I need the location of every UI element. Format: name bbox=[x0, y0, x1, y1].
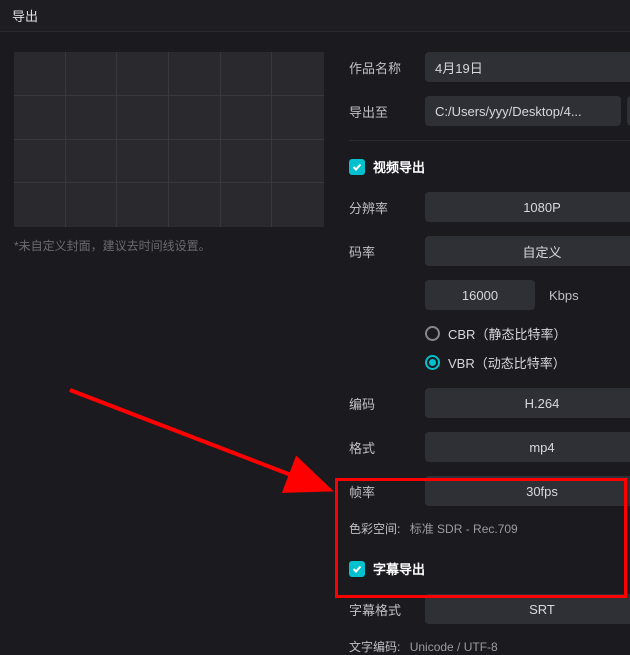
vbr-label: VBR（动态比特率） bbox=[448, 353, 566, 372]
row-bitrate: 码率 自定义 bbox=[349, 236, 630, 266]
encoding-value: H.264 bbox=[525, 396, 560, 411]
subtitle-format-select[interactable]: SRT bbox=[425, 594, 630, 624]
row-name: 作品名称 bbox=[349, 52, 630, 82]
radio-vbr[interactable] bbox=[425, 355, 440, 370]
row-resolution: 分辨率 1080P bbox=[349, 192, 630, 222]
resolution-value: 1080P bbox=[523, 200, 561, 215]
resolution-select[interactable]: 1080P bbox=[425, 192, 630, 222]
cbr-label: CBR（静态比特率） bbox=[448, 324, 566, 343]
bitrate-number-input[interactable] bbox=[425, 280, 535, 310]
video-section-title: 视频导出 bbox=[373, 157, 425, 176]
label-name: 作品名称 bbox=[349, 58, 425, 77]
video-section-header: 视频导出 bbox=[349, 157, 630, 176]
row-encoding: 编码 H.264 bbox=[349, 388, 630, 418]
label-subtitle-format: 字幕格式 bbox=[349, 600, 425, 619]
fps-value: 30fps bbox=[526, 484, 558, 499]
preview-note: *未自定义封面，建议去时间线设置。 bbox=[14, 237, 321, 254]
subtitle-encoding-value: Unicode / UTF-8 bbox=[410, 640, 498, 654]
path-input[interactable] bbox=[425, 96, 621, 126]
format-value: mp4 bbox=[529, 440, 554, 455]
encoding-select[interactable]: H.264 bbox=[425, 388, 630, 418]
colorspace-label: 色彩空间: bbox=[349, 522, 400, 536]
label-format: 格式 bbox=[349, 438, 425, 457]
divider bbox=[349, 140, 630, 141]
subtitle-section-header: 字幕导出 bbox=[349, 559, 630, 578]
subtitle-format-value: SRT bbox=[529, 602, 555, 617]
content: *未自定义封面，建议去时间线设置。 作品名称 导出至 视频导出 分辨率 bbox=[0, 32, 630, 600]
colorspace-info: 色彩空间: 标准 SDR - Rec.709 bbox=[349, 520, 630, 537]
subtitle-encoding-label: 文字编码: bbox=[349, 640, 400, 654]
subtitle-export-checkbox[interactable] bbox=[349, 561, 365, 577]
row-fps: 帧率 30fps bbox=[349, 476, 630, 506]
label-path: 导出至 bbox=[349, 102, 425, 121]
row-bitrate-num: Kbps bbox=[349, 280, 630, 310]
label-bitrate: 码率 bbox=[349, 242, 425, 261]
format-select[interactable]: mp4 bbox=[425, 432, 630, 462]
label-fps: 帧率 bbox=[349, 482, 425, 501]
left-pane: *未自定义封面，建议去时间线设置。 bbox=[0, 32, 335, 600]
row-subtitle-format: 字幕格式 SRT bbox=[349, 594, 630, 624]
preview-thumbnail[interactable] bbox=[14, 52, 324, 227]
radio-vbr-row[interactable]: VBR（动态比特率） bbox=[425, 353, 630, 372]
subtitle-encoding-info: 文字编码: Unicode / UTF-8 bbox=[349, 638, 630, 655]
radio-cbr[interactable] bbox=[425, 326, 440, 341]
subtitle-section-title: 字幕导出 bbox=[373, 559, 425, 578]
radio-cbr-row[interactable]: CBR（静态比特率） bbox=[425, 324, 630, 343]
bitrate-unit: Kbps bbox=[549, 288, 579, 303]
label-encoding: 编码 bbox=[349, 394, 425, 413]
name-input[interactable] bbox=[425, 52, 630, 82]
right-pane: 作品名称 导出至 视频导出 分辨率 1080P bbox=[335, 32, 630, 600]
row-path: 导出至 bbox=[349, 96, 630, 126]
fps-select[interactable]: 30fps bbox=[425, 476, 630, 506]
titlebar: 导出 bbox=[0, 0, 630, 32]
label-resolution: 分辨率 bbox=[349, 198, 425, 217]
bitrate-select[interactable]: 自定义 bbox=[425, 236, 630, 266]
row-format: 格式 mp4 bbox=[349, 432, 630, 462]
video-export-checkbox[interactable] bbox=[349, 159, 365, 175]
colorspace-value: 标准 SDR - Rec.709 bbox=[410, 522, 518, 536]
bitrate-value: 自定义 bbox=[522, 242, 561, 261]
window-title: 导出 bbox=[12, 6, 38, 25]
